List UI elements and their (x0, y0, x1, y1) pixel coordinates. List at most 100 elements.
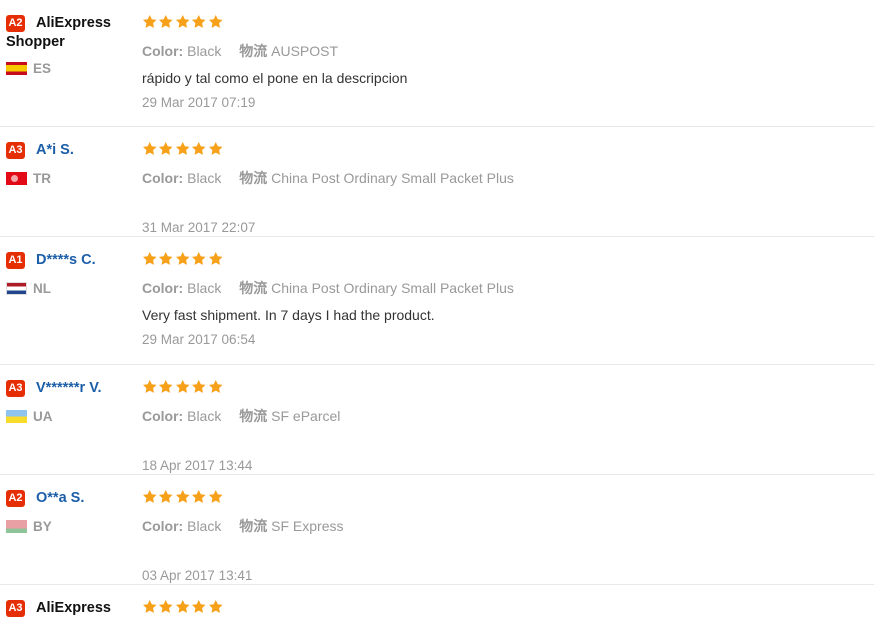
shipping-value: SF Express (271, 518, 344, 534)
reviewer-info: A2 O**a S. BY (6, 489, 136, 534)
review-item: A3 V******r V. UA Color: Black 物流 SF ePa… (0, 365, 874, 475)
reviewer-name: V******r V. (36, 380, 102, 396)
star-rating (142, 14, 874, 32)
star-icon (175, 599, 190, 613)
review-content (142, 599, 874, 617)
country-code: ES (33, 61, 52, 76)
color-value: Black (187, 43, 222, 59)
country-code: UA (33, 409, 53, 424)
reviewer-name: O**a S. (36, 490, 85, 506)
star-icon (192, 14, 206, 28)
star-rating (142, 489, 874, 507)
shipping-value: China Post Ordinary Small Packet Plus (271, 280, 514, 296)
shipping-label: 物流 (239, 408, 268, 424)
review-content: Color: Black 物流 China Post Ordinary Smal… (142, 251, 874, 348)
reviewer-name: AliExpress (36, 15, 111, 31)
star-icon (175, 141, 190, 155)
reviewer-info: A1 D****s C. NL (6, 251, 136, 296)
reviewer-country: ES (6, 61, 136, 76)
star-icon (208, 379, 223, 393)
star-icon (192, 251, 206, 265)
shipping-value: SF eParcel (271, 408, 341, 424)
star-icon (175, 489, 190, 503)
buyer-level-badge: A3 (6, 142, 25, 159)
feedback-text (142, 196, 874, 212)
buyer-level-badge: A1 (6, 252, 25, 269)
shipping-label: 物流 (239, 280, 268, 296)
order-info: Color: Black 物流 China Post Ordinary Smal… (142, 169, 874, 187)
review-content: Color: Black 物流 China Post Ordinary Smal… (142, 141, 874, 236)
flag-tr-icon (6, 172, 27, 185)
star-icon (192, 379, 206, 393)
color-label: Color: (142, 280, 184, 296)
feedback-text (142, 434, 874, 450)
flag-ua-icon (6, 410, 27, 423)
color-value: Black (187, 280, 222, 296)
star-rating (142, 379, 874, 397)
star-icon (142, 14, 157, 28)
shipping-label: 物流 (239, 43, 268, 59)
order-info: Color: Black 物流 AUSPOST (142, 42, 874, 60)
color-value: Black (187, 518, 222, 534)
star-icon (208, 14, 223, 28)
star-icon (208, 251, 223, 265)
country-code: TR (33, 171, 51, 186)
reviewer-name: D****s C. (36, 252, 96, 268)
star-icon (192, 141, 206, 155)
star-icon (159, 251, 173, 265)
shipping-label: 物流 (239, 170, 268, 186)
color-label: Color: (142, 170, 184, 186)
star-icon (142, 489, 157, 503)
star-icon (159, 489, 173, 503)
country-code: BY (33, 519, 52, 534)
review-date: 29 Mar 2017 07:19 (142, 95, 256, 110)
color-value: Black (187, 408, 222, 424)
review-list: A2 AliExpress Shopper ES Color: Black 物流… (0, 0, 874, 625)
review-content: Color: Black 物流 AUSPOST rápido y tal com… (142, 14, 874, 111)
reviewer-country: UA (6, 409, 136, 424)
reviewer-info: A2 AliExpress Shopper ES (6, 14, 136, 76)
shipping-value: AUSPOST (271, 43, 339, 59)
star-icon (142, 251, 157, 265)
review-content: Color: Black 物流 SF eParcel 18 Apr 2017 1… (142, 379, 874, 474)
review-item: A1 D****s C. NL Color: Black 物流 China Po… (0, 237, 874, 365)
review-date: 03 Apr 2017 13:41 (142, 568, 253, 583)
reviewer-name: AliExpress (36, 600, 111, 616)
reviewer-name-continued: Shopper (6, 34, 65, 50)
color-label: Color: (142, 43, 184, 59)
flag-nl-icon (6, 282, 27, 295)
reviewer-country: TR (6, 171, 136, 186)
review-item: A3 AliExpress (0, 585, 874, 625)
star-icon (159, 141, 173, 155)
review-item: A3 A*i S. TR Color: Black 物流 China Post … (0, 127, 874, 237)
country-code: NL (33, 281, 51, 296)
reviewer-info: A3 V******r V. UA (6, 379, 136, 424)
star-icon (192, 599, 206, 613)
buyer-level-badge: A3 (6, 600, 25, 617)
star-icon (175, 14, 190, 28)
reviewer-info: A3 AliExpress (6, 599, 136, 617)
review-item: A2 AliExpress Shopper ES Color: Black 物流… (0, 0, 874, 127)
flag-es-icon (6, 62, 27, 75)
star-rating (142, 141, 874, 159)
order-info: Color: Black 物流 SF eParcel (142, 407, 874, 425)
reviewer-name: A*i S. (36, 142, 74, 158)
star-icon (159, 14, 173, 28)
order-info: Color: Black 物流 SF Express (142, 517, 874, 535)
shipping-label: 物流 (239, 518, 268, 534)
reviewer-country: NL (6, 281, 136, 296)
color-label: Color: (142, 518, 184, 534)
star-icon (175, 379, 190, 393)
star-icon (208, 141, 223, 155)
review-item: A2 O**a S. BY Color: Black 物流 SF Express… (0, 475, 874, 585)
star-rating (142, 599, 874, 617)
reviewer-country: BY (6, 519, 136, 534)
star-icon (208, 599, 223, 613)
star-icon (159, 379, 173, 393)
order-info: Color: Black 物流 China Post Ordinary Smal… (142, 279, 874, 297)
buyer-level-badge: A3 (6, 380, 25, 397)
feedback-text: Very fast shipment. In 7 days I had the … (142, 307, 435, 323)
star-icon (142, 141, 157, 155)
shipping-value: China Post Ordinary Small Packet Plus (271, 170, 514, 186)
star-rating (142, 251, 874, 269)
